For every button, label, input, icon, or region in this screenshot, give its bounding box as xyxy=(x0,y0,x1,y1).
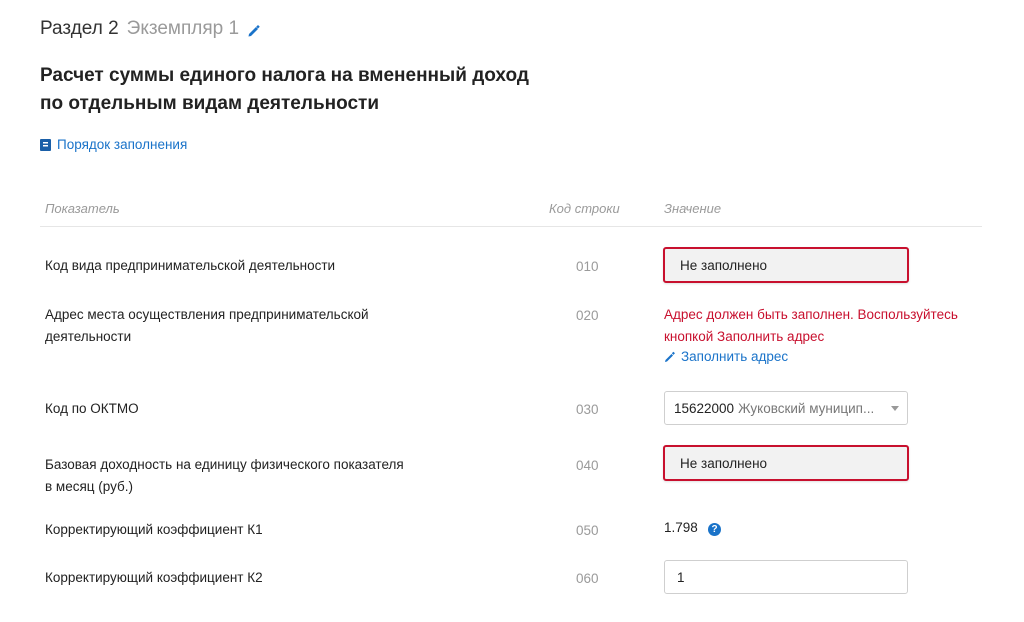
row-050-label: Корректирующий коэффициент К1 xyxy=(45,522,263,537)
activity-code-select[interactable]: Не заполнено xyxy=(663,247,909,283)
pencil-icon[interactable] xyxy=(247,22,261,37)
base-income-input[interactable]: Не заполнено xyxy=(663,445,909,481)
title-line-2: по отдельным видам деятельности xyxy=(40,93,380,114)
k2-input[interactable]: 1 xyxy=(664,560,908,594)
row-020-code: 020 xyxy=(576,308,599,323)
oktmo-code: 15622000 xyxy=(674,400,735,416)
pencil-icon xyxy=(664,351,676,363)
address-error-line1: Адрес должен быть заполнен. Воспользуйте… xyxy=(664,307,958,322)
title-line-1: Расчет суммы единого налога на вмененный… xyxy=(40,65,529,86)
address-error-line2: кнопкой Заполнить адрес xyxy=(664,329,825,344)
row-060-label: Корректирующий коэффициент К2 xyxy=(45,570,263,585)
oktmo-select[interactable]: 15622000 Жуковский муницип... xyxy=(664,391,908,425)
row-020-label: Адрес места осуществления предпринимател… xyxy=(45,304,369,348)
row-060-code: 060 xyxy=(576,571,599,586)
row-010-label: Код вида предпринимательской деятельност… xyxy=(45,258,336,273)
k1-value: 1.798 xyxy=(664,520,698,535)
fill-address-label: Заполнить адрес xyxy=(681,349,789,364)
column-value: Значение xyxy=(664,201,722,216)
base-income-value: Не заполнено xyxy=(680,455,768,471)
activity-code-value: Не заполнено xyxy=(680,257,768,273)
row-020-label-line1: Адрес места осуществления предпринимател… xyxy=(45,307,369,322)
row-010-code: 010 xyxy=(576,259,599,274)
column-code: Код строки xyxy=(549,201,620,216)
row-040-label-line1: Базовая доходность на единицу физическог… xyxy=(45,457,404,472)
page-header: Раздел 2 Экземпляр 1 xyxy=(40,18,261,40)
oktmo-name: Жуковский муницип... xyxy=(738,400,875,416)
section-title: Раздел 2 xyxy=(40,18,119,39)
address-error-message: Адрес должен быть заполнен. Воспользуйте… xyxy=(664,304,984,348)
row-040-label-line2: в месяц (руб.) xyxy=(45,479,133,494)
k2-value: 1 xyxy=(677,569,685,585)
book-icon xyxy=(40,138,51,151)
chevron-down-icon xyxy=(891,406,899,411)
column-indicator: Показатель xyxy=(45,201,120,216)
row-030-code: 030 xyxy=(576,402,599,417)
header-divider xyxy=(40,226,982,227)
help-icon[interactable]: ? xyxy=(708,523,721,536)
row-030-label: Код по ОКТМО xyxy=(45,401,139,416)
instance-label: Экземпляр 1 xyxy=(126,18,240,39)
row-040-code: 040 xyxy=(576,458,599,473)
filling-order-label: Порядок заполнения xyxy=(57,137,188,152)
page-title: Расчет суммы единого налога на вмененный… xyxy=(40,62,600,118)
row-040-label: Базовая доходность на единицу физическог… xyxy=(45,454,404,498)
filling-order-link[interactable]: Порядок заполнения xyxy=(40,137,187,152)
fill-address-link[interactable]: Заполнить адрес xyxy=(664,349,788,364)
row-050-code: 050 xyxy=(576,523,599,538)
row-020-label-line2: деятельности xyxy=(45,329,132,344)
